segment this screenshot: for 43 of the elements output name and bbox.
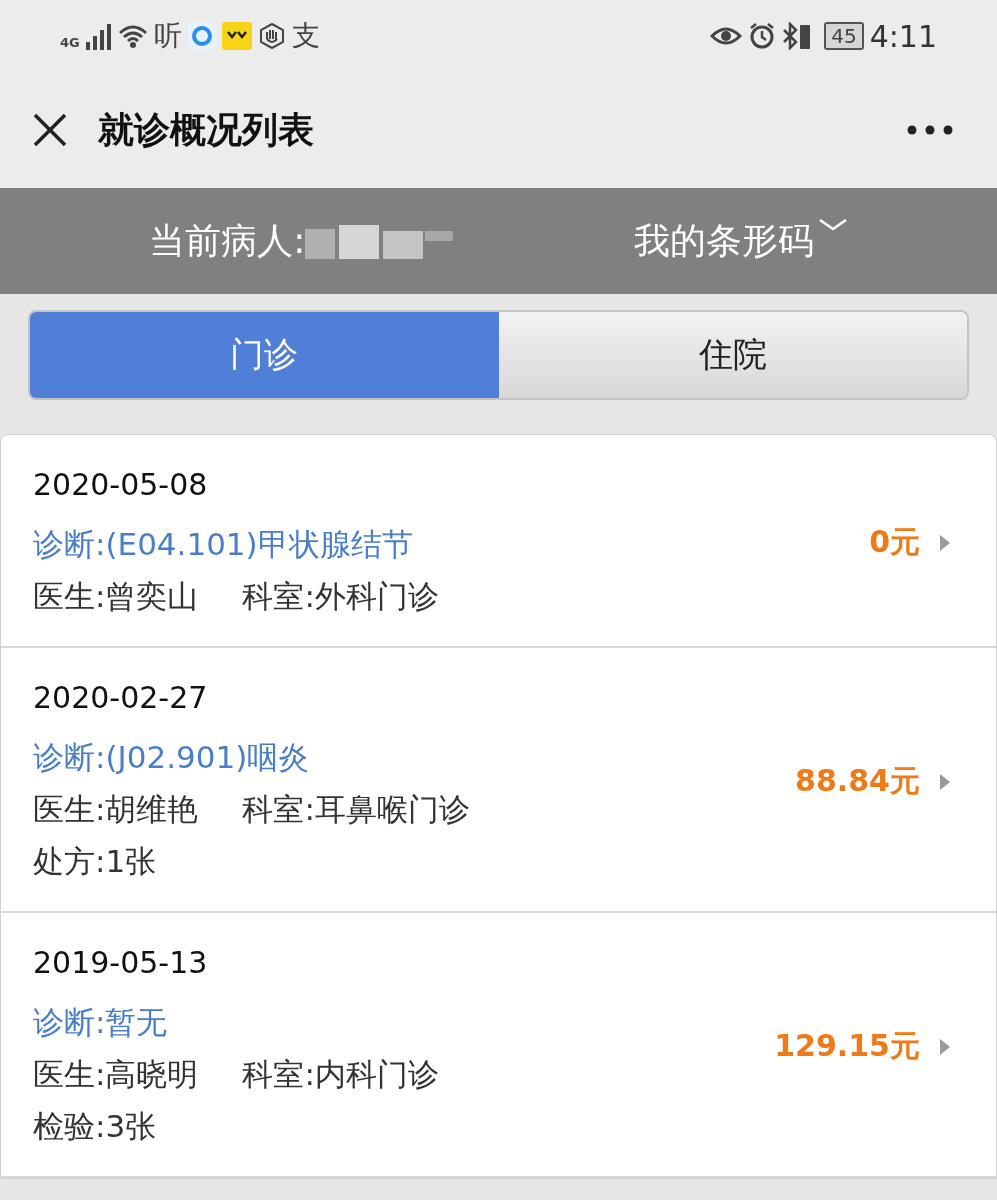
wifi-icon [117, 23, 148, 49]
chevron-down-icon [817, 216, 848, 233]
doctor-name: 医生:胡维艳 [33, 790, 199, 829]
chevron-right-icon [938, 771, 952, 792]
page-title: 就诊概况列表 [98, 107, 315, 152]
more-icon[interactable] [907, 125, 953, 135]
department: 科室:内科门诊 [242, 1055, 439, 1094]
visit-row[interactable]: 2020-05-08 诊断:(E04.101)甲状腺结节 医生:曾奕山 科室:外科门诊 0元 [1, 435, 996, 648]
department: 科室:外科门诊 [242, 577, 439, 616]
battery-level: 45 [824, 22, 864, 50]
visit-date: 2020-02-27 [33, 680, 209, 715]
tab[interactable]: 住院 [498, 312, 967, 398]
app-glyph: 支 [291, 18, 320, 54]
signal-icon [85, 22, 112, 50]
app-glyph: 听 [153, 18, 182, 54]
chevron-right-icon [938, 1036, 952, 1057]
diagnosis: 诊断:暂无 [33, 1003, 169, 1042]
visit-date: 2020-05-08 [33, 467, 209, 502]
browser-icon [187, 22, 216, 50]
document-count: 检验:3张 [33, 1107, 158, 1146]
department: 科室:耳鼻喉门诊 [242, 790, 470, 829]
document-count: 处方:1张 [33, 842, 158, 881]
amount: 129.15元 [774, 1027, 920, 1065]
clock-time: 4:11 [869, 18, 937, 54]
tab[interactable]: 门诊 [30, 312, 499, 398]
eye-icon [710, 24, 743, 48]
doctor-name: 医生:高晓明 [33, 1055, 199, 1094]
diagnosis: 诊断:(J02.901)咽炎 [33, 738, 311, 777]
amount: 0元 [869, 523, 920, 561]
doctor-name: 医生:曾奕山 [33, 577, 199, 616]
hand-icon [257, 22, 286, 50]
visit-row[interactable]: 2019-05-13 诊断:暂无 医生:高晓明 科室:内科门诊 检验:3张 129.15元 [1, 913, 996, 1178]
close-icon[interactable] [32, 112, 68, 148]
visit-row[interactable]: 2020-02-27 诊断:(J02.901)咽炎 医生:胡维艳 科室:耳鼻喉门诊 处方:1张 88.84元 [1, 648, 996, 913]
bluetooth-battery-icon [782, 22, 813, 50]
visit-date: 2019-05-13 [33, 945, 209, 980]
app-icon [221, 22, 252, 50]
amount: 88.84元 [795, 762, 920, 800]
diagnosis: 诊断:(E04.101)甲状腺结节 [33, 525, 414, 564]
patient-label: 当前病人: [149, 218, 306, 263]
chevron-right-icon [938, 532, 952, 553]
network-type: 4G [60, 35, 80, 50]
barcode-dropdown[interactable]: 我的条形码 [633, 216, 848, 266]
